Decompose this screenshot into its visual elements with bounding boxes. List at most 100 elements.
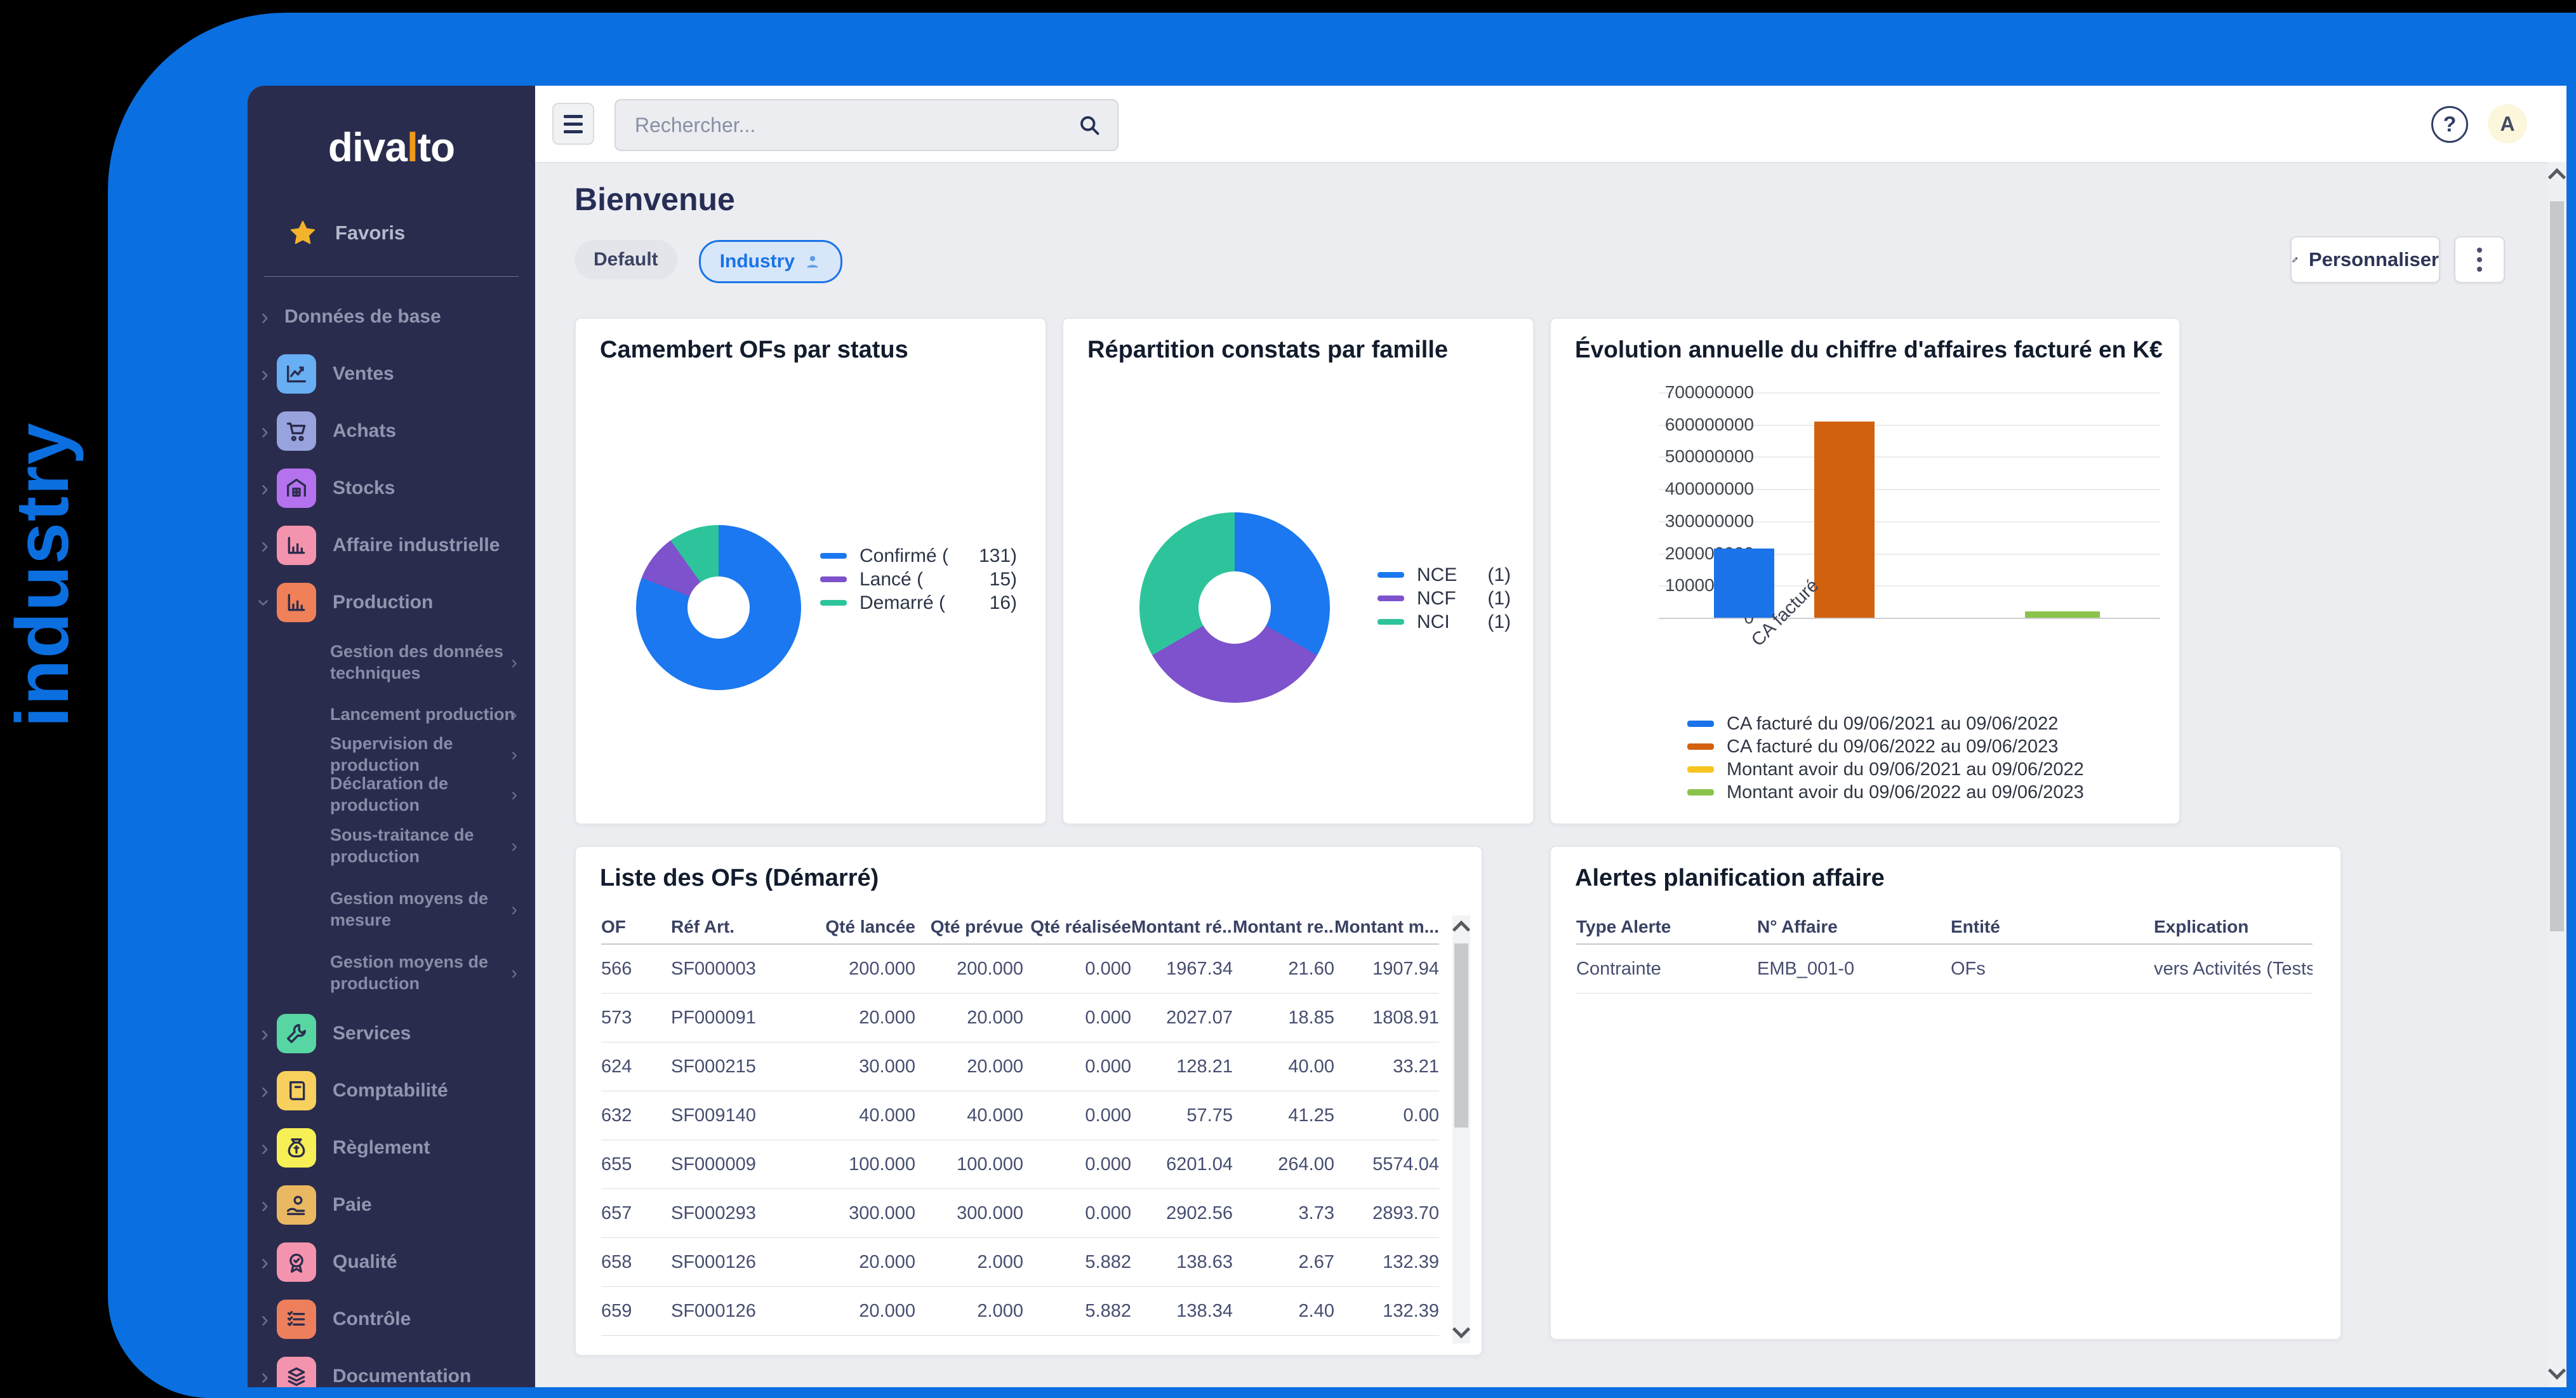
sidebar-item-stocks[interactable]: › Stocks [248,460,535,517]
column-header[interactable]: Montant re... [1233,917,1334,937]
help-icon[interactable]: ? [2431,106,2468,143]
table-cell: 138.34 [1176,1300,1233,1321]
card-title: Liste des OFs (Démarré) [600,865,879,891]
table-cell: 30.000 [859,1056,915,1077]
sidebar-subitem-gestion-moyens-de-production[interactable]: Gestion moyens de production › [248,942,535,1005]
sidebar-subitem-gestion-des-donnees-techniques[interactable]: Gestion des données techniques › [248,631,535,695]
column-header[interactable]: Qté lancée [811,917,915,937]
sidebar-item-ventes[interactable]: › Ventes [248,345,535,403]
sidebar-item-label: Règlement [333,1137,430,1158]
sidebar-item-services[interactable]: › Services [248,1005,535,1062]
column-header[interactable]: Type Alerte [1576,917,1757,937]
table-cell: 40.000 [859,1105,915,1126]
table-row[interactable]: 632 SF009140 40.000 40.000 0.000 57.75 41.25 0.… [601,1091,1439,1140]
sidebar-item-favoris[interactable]: Favoris [269,213,535,253]
sidebar-item-donnees-de-base[interactable]: › Données de base [248,288,535,345]
sidebar-item-label: Production [333,592,434,613]
personalize-button[interactable]: Personnaliser [2290,236,2440,283]
industry-watermark: industry [1,422,84,728]
sidebar-item-affaire-industrielle[interactable]: › Affaire industrielle [248,517,535,574]
table-cell: 624 [601,1056,632,1077]
sidebar-item-production[interactable]: › Production [248,574,535,631]
search-input[interactable]: Rechercher... [614,99,1119,151]
table-row[interactable]: 658 SF000126 20.000 2.000 5.882 138.63 2.67 132… [601,1238,1439,1287]
sidebar-subitem-sous-traitance-de-production[interactable]: Sous-traitance de production › [248,815,535,878]
table-cell: 200.000 [957,958,1023,979]
scroll-down-icon[interactable] [2547,1361,2566,1380]
column-header[interactable]: Qté réalisée [1023,917,1131,937]
table-cell: 0.000 [1085,1105,1131,1126]
more-options-button[interactable] [2454,236,2505,283]
search-icon[interactable] [1078,114,1101,136]
column-header[interactable]: OF [601,917,671,937]
table-cell: 0.000 [1085,1154,1131,1175]
sidebar-item-achats[interactable]: › Achats [248,403,535,460]
scroll-down-icon[interactable] [1452,1320,1471,1339]
sidebar-item-reglement[interactable]: › Règlement [248,1119,535,1176]
column-header[interactable]: Montant m... [1334,917,1439,937]
table-scrollbar-thumb[interactable] [1454,943,1468,1128]
sidebar-item-label: Favoris [335,222,406,244]
table-row[interactable]: 566 SF000003 200.000 200.000 0.000 1967.34 21.… [601,945,1439,994]
tab-default[interactable]: Default [574,240,677,279]
table-cell: 2.40 [1298,1300,1334,1321]
sidebar-item-comptabilite[interactable]: › Comptabilité [248,1062,535,1119]
bar-montant-avoir-du-09-06-2022-au-09-06-2023 [2024,611,2101,618]
table-row[interactable]: 657 SF000293 300.000 300.000 0.000 2902.56 3.7… [601,1189,1439,1238]
card-repartition-constats: Répartition constats par famille NCE (1) N… [1062,317,1534,825]
table-cell: 5574.04 [1372,1154,1439,1175]
sidebar-subitem-declaration-de-production[interactable]: Déclaration de production › [248,773,535,815]
sidebar: divalto Favoris › Données de base › Ventes ›… [248,86,535,1387]
legend-item: Montant avoir du 09/06/2021 au 09/06/202… [1687,758,2084,781]
table-cell: 657 [601,1202,632,1223]
column-header[interactable]: N° Affaire [1757,917,1951,937]
table-cell: Contrainte [1576,958,1661,979]
sidebar-item-qualite[interactable]: › Qualité [248,1234,535,1291]
sidebar-subitem-supervision-de-production[interactable]: Supervision de production › [248,734,535,775]
scroll-up-icon[interactable] [2547,168,2566,187]
table-row[interactable]: 573 PF000091 20.000 20.000 0.000 2027.07 18.85… [601,994,1439,1042]
page-scrollbar[interactable] [2547,162,2566,1387]
table-cell: 128.21 [1176,1056,1233,1077]
search-placeholder: Rechercher... [635,113,756,136]
sidebar-subitem-label: Gestion des données techniques [330,642,504,682]
sidebar-subitem-gestion-moyens-de-mesure[interactable]: Gestion moyens de mesure › [248,878,535,942]
sidebar-item-documentation[interactable]: › Documentation [248,1348,535,1387]
table-cell: 41.25 [1288,1105,1334,1126]
scroll-up-icon[interactable] [1452,920,1471,939]
column-header[interactable]: Explication [2154,917,2313,937]
page-scrollbar-thumb[interactable] [2550,201,2564,931]
legend-swatch [1687,789,1714,796]
tab-industry[interactable]: Industry [698,240,843,283]
chevron-right-icon: › [511,962,517,983]
legend-label: Montant avoir du 09/06/2021 au 09/06/202… [1727,759,2084,780]
table-cell: 100.000 [849,1154,915,1175]
legend-item: NCI (1) [1378,610,1511,634]
table-row[interactable]: 624 SF000215 30.000 20.000 0.000 128.21 40.00 3… [601,1042,1439,1091]
avatar[interactable]: A [2488,104,2527,143]
menu-button[interactable] [552,103,594,145]
legend-item: Confirmé (131) [820,544,1017,568]
legend-label: NCF (1) [1417,587,1511,609]
column-header[interactable]: Entité [1951,917,2154,937]
table-cell: 5.882 [1085,1300,1131,1321]
sidebar-subitem-lancement-production[interactable]: Lancement production › [248,695,535,735]
table-scrollbar[interactable] [1452,915,1471,1343]
table-row[interactable]: 655 SF000009 100.000 100.000 0.000 6201.04 264… [601,1140,1439,1189]
bar-ca-facture-du-09-06-2021-au-09-06-2022 [1713,548,1774,618]
sidebar-item-paie[interactable]: › Paie [248,1176,535,1234]
sidebar-subitem-label: Déclaration de production [330,773,449,815]
screen: industry divalto Favoris › Données de bas… [0,0,2576,1398]
column-header[interactable]: Réf Art. [671,917,811,937]
money-bag-icon [277,1128,316,1168]
sidebar-item-label: Stocks [333,477,395,498]
legend-label: CA facturé du 09/06/2022 au 09/06/2023 [1727,736,2059,757]
donut-chart-constats [1139,512,1330,703]
table-row[interactable]: Contrainte EMB_001-0 OFs vers Activités (Te… [1576,945,2313,994]
column-header[interactable]: Qté prévue [915,917,1023,937]
table-cell: 3.73 [1298,1202,1334,1223]
sidebar-item-controle[interactable]: › Contrôle [248,1291,535,1348]
column-header[interactable]: Montant ré... [1131,917,1233,937]
card-title: Camembert OFs par status [600,336,908,363]
table-row[interactable]: 659 SF000126 20.000 2.000 5.882 138.34 2.40 132… [601,1287,1439,1336]
